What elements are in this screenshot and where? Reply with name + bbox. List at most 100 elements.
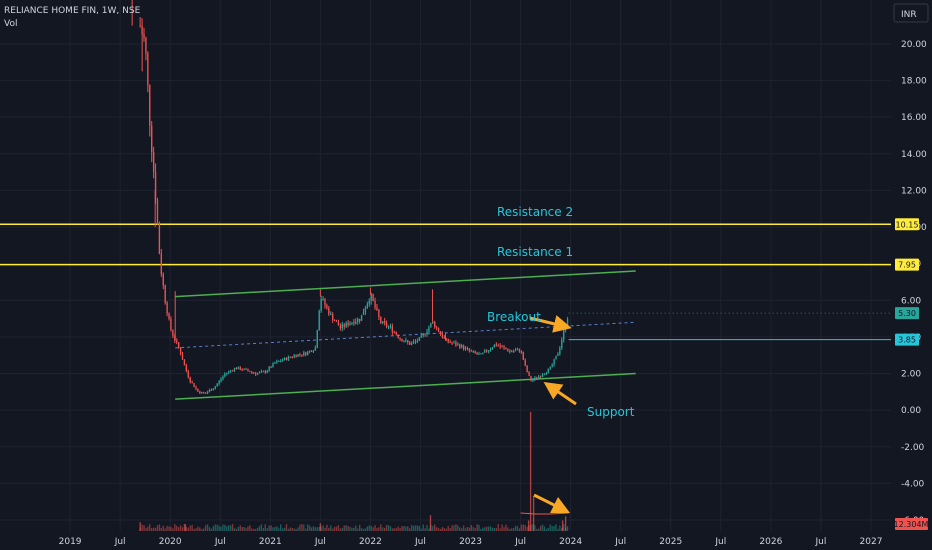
volume-bar-21 (179, 525, 182, 531)
volume-bar-82 (297, 527, 299, 531)
volume-bar-60 (254, 528, 257, 531)
candle-body-3 (145, 37, 147, 54)
volume-bar-112 (355, 525, 357, 531)
volume-bar-88 (308, 525, 311, 531)
x-tick-label-7: Jul (414, 537, 426, 547)
candle-body-210 (543, 373, 546, 375)
volume-bar-110 (351, 527, 353, 531)
volume-legend[interactable]: Vol (4, 19, 17, 29)
candle-body-83 (299, 354, 301, 356)
candle-body-165 (457, 344, 459, 346)
chart-container[interactable]: Resistance 2 Resistance 1 Breakout Suppo… (0, 0, 932, 550)
volume-bar-124 (378, 527, 380, 531)
candle-body-93 (318, 310, 320, 331)
x-tick-label-16: 2027 (860, 537, 883, 547)
volume-bar-25 (187, 527, 189, 531)
volume-bar-13 (164, 528, 166, 531)
volume-bar-67 (268, 525, 270, 531)
volume-bar-118 (366, 526, 369, 531)
volume-bar-201 (526, 526, 528, 531)
candle-body-14 (166, 302, 168, 314)
volume-bar-108 (347, 526, 349, 531)
candle-body-58 (251, 372, 253, 374)
volume-bar-106 (343, 525, 345, 531)
volume-bar-41 (218, 525, 220, 531)
candle-body-141 (410, 343, 413, 345)
candle-body-30 (197, 388, 199, 392)
candle-body-94 (320, 299, 322, 311)
volume-bar-49 (233, 528, 236, 531)
candle-body-131 (391, 326, 394, 333)
symbol-title[interactable]: RELIANCE HOME FIN, 1W, NSE (4, 6, 141, 16)
candle-body-6 (151, 125, 153, 153)
candle-body-186 (497, 345, 499, 347)
volume-bar-26 (189, 525, 191, 531)
volume-bar-162 (451, 525, 453, 531)
candle-body-198 (520, 351, 523, 353)
volume-bar-200 (524, 525, 526, 531)
candle-body-214 (551, 364, 553, 368)
volume-bar-79 (291, 527, 293, 531)
volume-bar-76 (285, 524, 288, 531)
volume-bar-44 (224, 524, 226, 531)
candle-body-33 (203, 391, 205, 393)
time-axis[interactable] (0, 531, 891, 550)
candle-body-150 (428, 327, 430, 332)
volume-bar-133 (395, 528, 397, 531)
candle-body-37 (210, 389, 213, 391)
candle-body-117 (364, 308, 367, 313)
candle-body-85 (303, 352, 305, 356)
candle-body-59 (253, 372, 255, 374)
volume-bar-47 (229, 525, 232, 531)
candle-body-161 (449, 341, 451, 343)
y-tick-label-3: 14.00 (901, 150, 927, 160)
candle-body-74 (281, 360, 284, 362)
volume-bar-37 (210, 528, 213, 531)
volume-bar-132 (393, 528, 395, 531)
candle-body-60 (254, 373, 257, 375)
volume-bar-48 (231, 524, 234, 531)
volume-bar-17 (172, 528, 174, 531)
candle-body-160 (447, 338, 449, 342)
volume-bar-157 (441, 526, 444, 531)
candle-body-193 (511, 351, 513, 353)
volume-bar-65 (264, 524, 266, 531)
x-tick-label-4: 2021 (259, 537, 282, 547)
candle-body-53 (241, 369, 243, 371)
price-chart[interactable]: Resistance 2 Resistance 1 Breakout Suppo… (0, 0, 932, 550)
volume-bar-172 (470, 525, 472, 531)
candle-body-16 (170, 318, 172, 331)
volume-spike-5 (184, 524, 186, 531)
candle-body-9 (156, 200, 159, 224)
candle-body-190 (505, 347, 507, 350)
volume-bar-51 (237, 527, 240, 531)
volume-bar-173 (472, 526, 474, 531)
volume-bar-50 (235, 528, 238, 531)
volume-bar-216 (555, 524, 557, 531)
volume-bar-22 (181, 527, 184, 531)
candle-body-149 (426, 331, 428, 335)
volume-bar-70 (274, 527, 276, 531)
candle-body-146 (420, 335, 422, 338)
candle-body-46 (228, 371, 230, 373)
candle-body-138 (405, 340, 407, 342)
volume-bar-114 (358, 524, 361, 531)
candle-body-28 (193, 383, 195, 388)
candle-body-126 (382, 321, 384, 324)
candle-body-105 (341, 324, 343, 329)
candle-body-184 (493, 344, 496, 348)
candle-body-103 (337, 321, 340, 326)
volume-bar-214 (551, 526, 553, 531)
candle-body-87 (306, 351, 309, 355)
candle-body-217 (557, 353, 559, 356)
candle-body-54 (243, 368, 245, 370)
volume-bar-57 (249, 525, 251, 531)
volume-bar-138 (405, 526, 407, 531)
candle-body-170 (466, 347, 469, 349)
candle-body-101 (333, 320, 336, 322)
candle-body-181 (487, 350, 490, 352)
volume-bar-122 (374, 525, 376, 531)
volume-bar-134 (397, 526, 399, 531)
volume-bar-14 (166, 525, 168, 531)
candle-body-116 (362, 312, 365, 315)
